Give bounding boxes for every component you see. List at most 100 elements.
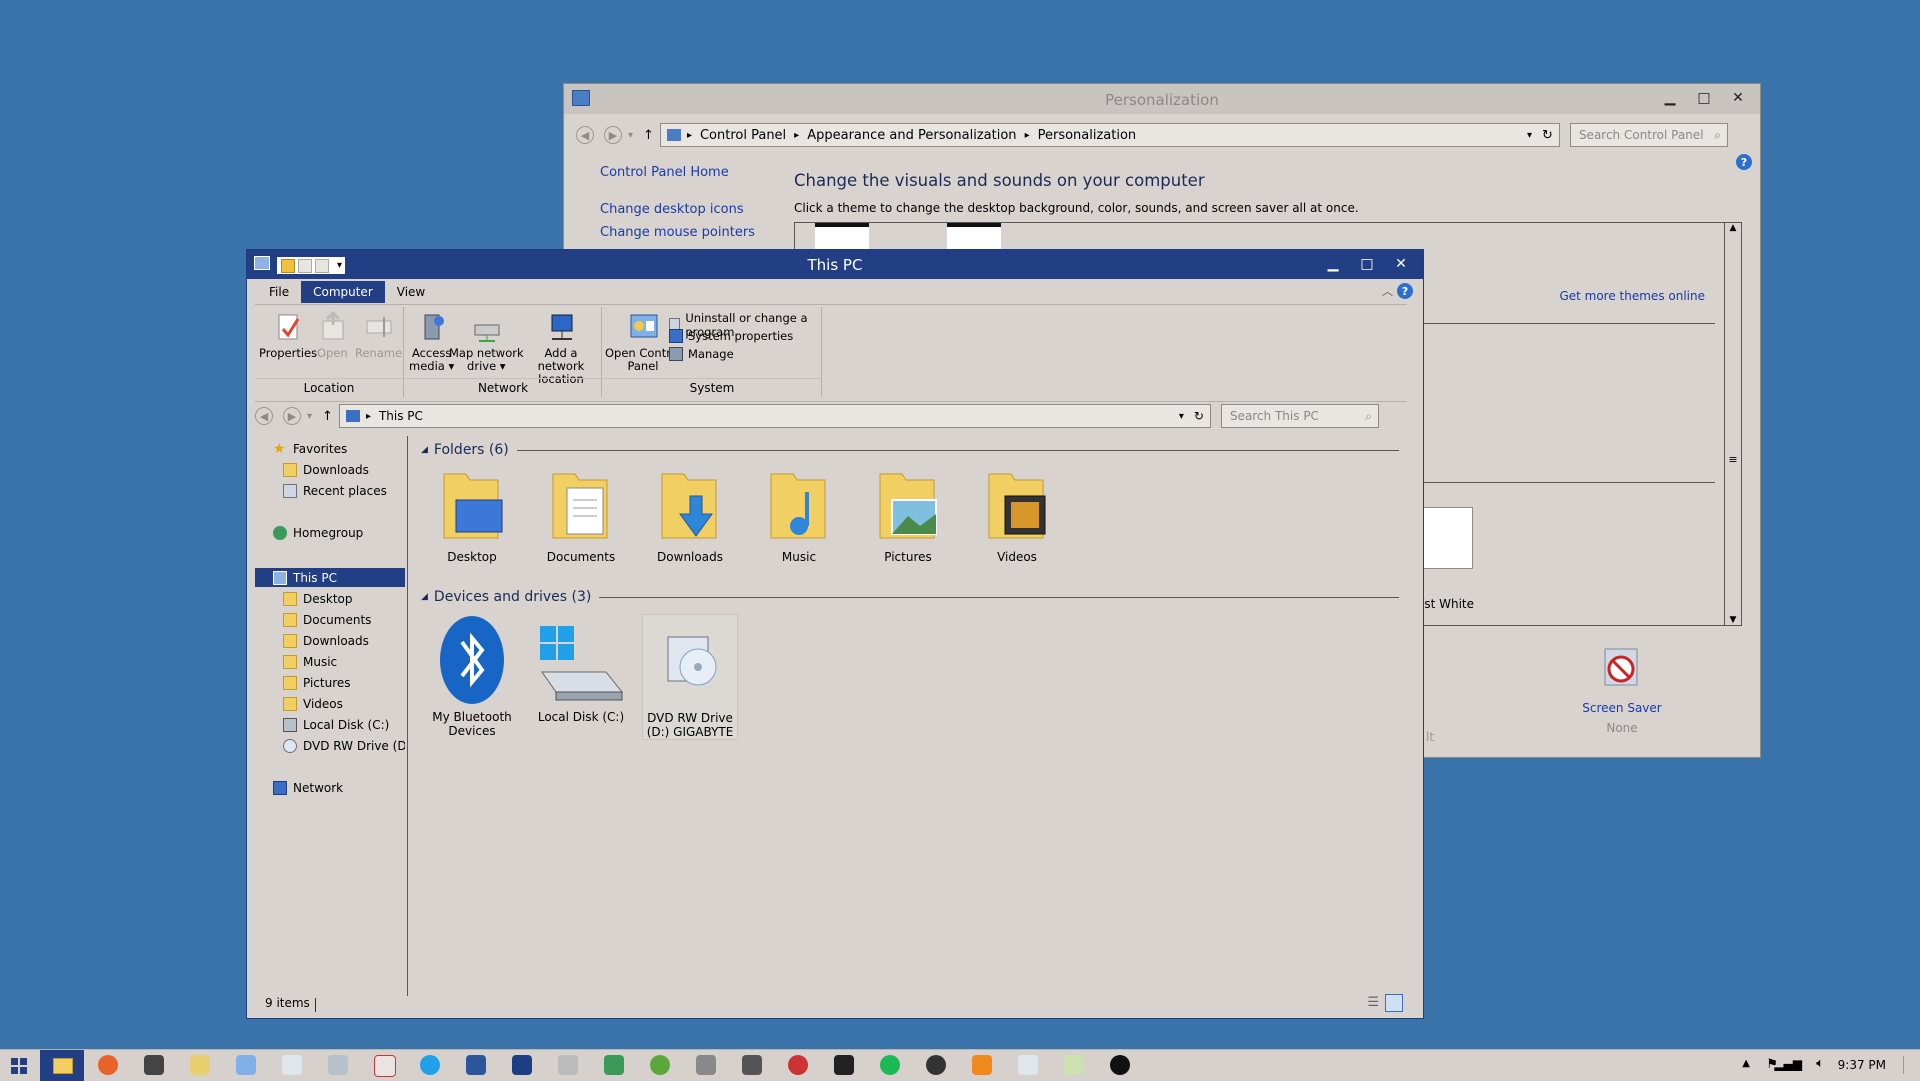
collapse-triangle-icon[interactable]: ◢ <box>421 592 428 602</box>
taskbar-file-explorer[interactable] <box>40 1050 84 1081</box>
nav-favorites-downloads[interactable]: Downloads <box>283 463 369 477</box>
maximize-button[interactable]: □ <box>1353 253 1381 275</box>
network-folder-icon[interactable] <box>328 1055 348 1075</box>
personalization-titlebar[interactable]: Personalization ▁ □ ✕ <box>564 84 1760 114</box>
address-dropdown-icon[interactable]: ▾ <box>1179 411 1184 422</box>
terminal-icon[interactable] <box>834 1055 854 1075</box>
folder-documents[interactable]: Documents <box>533 466 629 564</box>
theme-scrollbar[interactable]: ▲ ≡ ▼ <box>1724 223 1741 625</box>
address-bar[interactable]: ▸ Control Panel ▸ Appearance and Persona… <box>659 123 1560 147</box>
notepad-icon[interactable] <box>190 1055 210 1075</box>
theme-thumbnail[interactable] <box>815 223 869 252</box>
refresh-icon[interactable]: ↻ <box>1194 409 1204 423</box>
nav-network[interactable]: Network <box>273 781 343 795</box>
breadcrumb-appearance[interactable]: Appearance and Personalization <box>807 128 1016 143</box>
up-arrow-icon[interactable]: ↑ <box>322 409 333 424</box>
taskbar[interactable]: ▲ ⚑ ▂▄▆ 🔈︎ 9:37 PM <box>0 1049 1920 1081</box>
this-pc-titlebar[interactable]: ▾ This PC ▁ □ ✕ <box>247 250 1423 279</box>
folder-desktop[interactable]: Desktop <box>424 466 520 564</box>
skype-icon[interactable] <box>420 1055 440 1075</box>
keyboard-icon[interactable] <box>742 1055 762 1075</box>
tab-file[interactable]: File <box>257 281 301 303</box>
firefox-icon[interactable] <box>98 1055 118 1075</box>
close-button[interactable]: ✕ <box>1724 87 1752 109</box>
nav-documents[interactable]: Documents <box>283 613 371 627</box>
forward-button[interactable]: ▶ <box>283 407 301 425</box>
search-control-panel-input[interactable]: Search Control Panel ⌕ <box>1569 123 1728 147</box>
help-icon[interactable]: ? <box>1736 154 1752 170</box>
nav-music[interactable]: Music <box>283 655 337 669</box>
screen-saver-icon[interactable] <box>1599 647 1643 691</box>
content-pane[interactable]: ◢ Folders (6) Desktop Documents Download… <box>415 436 1405 996</box>
steam-icon[interactable] <box>144 1055 164 1075</box>
folders-section-header[interactable]: ◢ Folders (6) <box>421 442 1399 458</box>
up-arrow-icon[interactable]: ↑ <box>643 128 654 143</box>
nav-dvd-drive[interactable]: DVD RW Drive (D:) G <box>283 739 405 753</box>
map-network-drive-button[interactable]: Map network drive ▾ <box>449 311 524 373</box>
collapse-ribbon-chevron-icon[interactable]: ︿ <box>1382 283 1393 299</box>
vlc-icon[interactable] <box>972 1055 992 1075</box>
show-hidden-icons-chevron-icon[interactable]: ▲ <box>1742 1058 1750 1069</box>
this-pc-window[interactable]: ▾ This PC ▁ □ ✕ File Computer View ︿ ? P… <box>246 249 1424 1019</box>
volume-icon[interactable]: 🔈︎ <box>1816 1056 1824 1071</box>
address-bar[interactable]: ▸ This PC ▾ ↻ <box>338 404 1211 428</box>
nav-favorites[interactable]: ★ Favorites <box>273 442 347 456</box>
folder-videos[interactable]: Videos <box>969 466 1065 564</box>
word-icon[interactable] <box>466 1055 486 1075</box>
folder-music[interactable]: Music <box>751 466 847 564</box>
minimize-button[interactable]: ▁ <box>1319 253 1347 275</box>
forward-button[interactable]: ▶ <box>604 126 622 144</box>
device-bluetooth[interactable]: My Bluetooth Devices <box>424 614 520 738</box>
nav-recent-places[interactable]: Recent places <box>283 484 387 498</box>
close-button[interactable]: ✕ <box>1387 253 1415 275</box>
devices-section-header[interactable]: ◢ Devices and drives (3) <box>421 589 1399 605</box>
r-icon[interactable] <box>512 1055 532 1075</box>
minimize-button[interactable]: ▁ <box>1656 87 1684 109</box>
search-this-pc-input[interactable]: Search This PC ⌕ <box>1220 404 1379 428</box>
nav-pictures[interactable]: Pictures <box>283 676 351 690</box>
calculator-icon[interactable] <box>282 1055 302 1075</box>
start-button[interactable] <box>0 1050 38 1081</box>
theme-thumbnail[interactable] <box>947 223 1001 252</box>
show-desktop-button[interactable] <box>1903 1056 1914 1074</box>
maximize-button[interactable]: □ <box>1690 87 1718 109</box>
screen-saver-link[interactable]: Screen Saver <box>1572 701 1672 715</box>
nav-videos[interactable]: Videos <box>283 697 343 711</box>
sidebar-link-control-panel-home[interactable]: Control Panel Home <box>600 165 729 180</box>
recent-dropdown-icon[interactable]: ▾ <box>307 411 312 422</box>
utorrent-icon[interactable] <box>650 1055 670 1075</box>
manage-button[interactable]: Manage <box>669 347 734 361</box>
large-icons-view-icon[interactable] <box>1385 994 1403 1012</box>
address-dropdown-icon[interactable]: ▾ <box>1527 130 1532 141</box>
app-icon[interactable] <box>1110 1055 1130 1075</box>
rename-button[interactable]: Rename <box>355 311 402 360</box>
scroll-down-icon[interactable]: ▼ <box>1725 615 1741 625</box>
headphones-icon[interactable] <box>926 1055 946 1075</box>
details-view-icon[interactable]: ☰ <box>1367 995 1379 1010</box>
sidebar-link-desktop-icons[interactable]: Change desktop icons <box>600 202 744 217</box>
nav-downloads[interactable]: Downloads <box>283 634 369 648</box>
system-properties-button[interactable]: System properties <box>669 329 793 343</box>
spotify-icon[interactable] <box>880 1055 900 1075</box>
refresh-icon[interactable]: ↻ <box>1542 128 1553 143</box>
open-button[interactable]: Open <box>317 311 348 360</box>
breadcrumb-this-pc[interactable]: This PC <box>379 409 423 423</box>
record-icon[interactable] <box>788 1055 808 1075</box>
collapse-triangle-icon[interactable]: ◢ <box>421 445 428 455</box>
back-button[interactable]: ◀ <box>255 407 273 425</box>
game-icon[interactable] <box>696 1055 716 1075</box>
app-icon[interactable] <box>374 1055 396 1077</box>
sidebar-link-mouse-pointers[interactable]: Change mouse pointers <box>600 225 755 240</box>
device-local-disk[interactable]: Local Disk (C:) <box>533 614 629 724</box>
nav-desktop[interactable]: Desktop <box>283 592 353 606</box>
breadcrumb-personalization[interactable]: Personalization <box>1038 128 1137 143</box>
document-icon[interactable] <box>1018 1055 1038 1075</box>
breadcrumb-control-panel[interactable]: Control Panel <box>700 128 786 143</box>
scroll-up-icon[interactable]: ▲ <box>1725 223 1741 237</box>
utility-icon[interactable] <box>558 1055 578 1075</box>
device-dvd-drive[interactable]: DVD RW Drive (D:) GIGABYTE <box>642 614 738 740</box>
folder-pictures[interactable]: Pictures <box>860 466 956 564</box>
tab-view[interactable]: View <box>385 281 437 303</box>
taskbar-clock[interactable]: 9:37 PM <box>1838 1058 1886 1072</box>
folder-downloads[interactable]: Downloads <box>642 466 738 564</box>
